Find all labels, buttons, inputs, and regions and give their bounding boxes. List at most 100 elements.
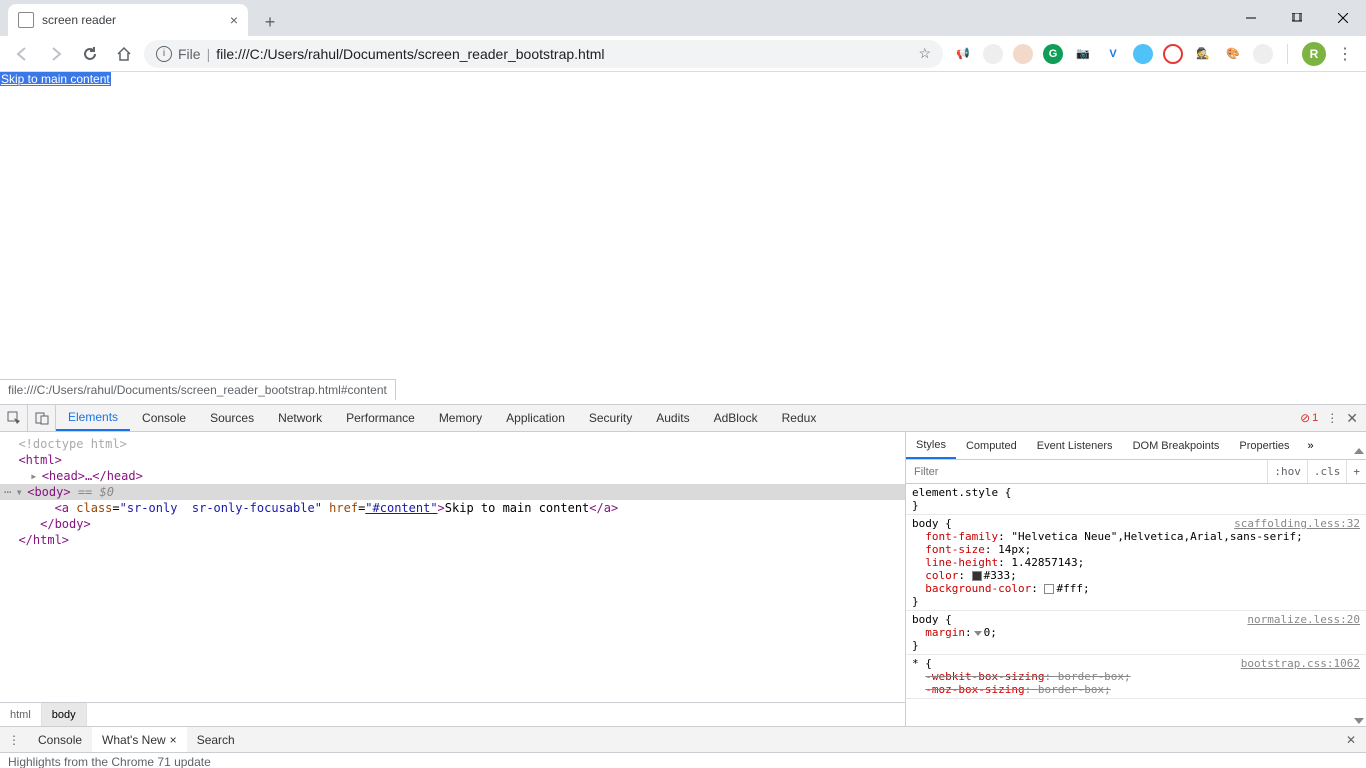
window-controls <box>1228 0 1366 36</box>
drawer-tab-search[interactable]: Search <box>187 727 245 752</box>
maximize-button[interactable] <box>1274 0 1320 36</box>
styles-tab-dombreakpoints[interactable]: DOM Breakpoints <box>1123 432 1230 459</box>
tab-network[interactable]: Network <box>266 405 334 431</box>
page-viewport: Skip to main content <box>0 72 1366 382</box>
url-divider: | <box>207 46 211 62</box>
device-toggle-icon[interactable] <box>28 405 56 431</box>
styles-tab-styles[interactable]: Styles <box>906 432 956 459</box>
ext-icon-2[interactable] <box>983 44 1003 64</box>
rule-element-style[interactable]: element.style {} <box>906 484 1366 515</box>
hov-toggle[interactable]: :hov <box>1267 460 1307 483</box>
status-bar-url: file:///C:/Users/rahul/Documents/screen_… <box>0 379 396 400</box>
url-text: file:///C:/Users/rahul/Documents/screen_… <box>216 46 604 62</box>
forward-button[interactable] <box>42 40 70 68</box>
devtools-close-icon[interactable]: ✕ <box>1346 410 1358 427</box>
error-count-badge[interactable]: 1 <box>1300 411 1318 425</box>
tab-security[interactable]: Security <box>577 405 644 431</box>
drawer-tab-whatsnew[interactable]: What's New × <box>92 727 187 752</box>
dom-anchor-line[interactable]: <a class="sr-only sr-only-focusable" hre… <box>0 500 905 516</box>
file-icon <box>18 12 34 28</box>
tab-memory[interactable]: Memory <box>427 405 494 431</box>
tab-console[interactable]: Console <box>130 405 198 431</box>
url-scheme: File <box>178 46 201 62</box>
ext-icon-5[interactable]: 📷 <box>1073 44 1093 64</box>
styles-tabs: Styles Computed Event Listeners DOM Brea… <box>906 432 1366 460</box>
drawer-close-icon[interactable]: ✕ <box>1336 727 1366 752</box>
ext-icon-6[interactable]: V <box>1103 44 1123 64</box>
rule-source-link[interactable]: bootstrap.css:1062 <box>1241 657 1360 670</box>
drawer-tabs: ⋮ Console What's New × Search ✕ <box>0 727 1366 753</box>
styles-filter-row: :hov .cls + <box>906 460 1366 484</box>
inspect-element-icon[interactable] <box>0 405 28 431</box>
rule-body-normalize[interactable]: normalize.less:20 body { margin:0; } <box>906 611 1366 655</box>
dom-breadcrumb: html body <box>0 702 905 726</box>
scroll-up-icon[interactable] <box>1354 448 1364 454</box>
ext-icon-11[interactable] <box>1253 44 1273 64</box>
scroll-down-icon[interactable] <box>1354 718 1364 724</box>
tab-elements[interactable]: Elements <box>56 405 130 431</box>
cls-toggle[interactable]: .cls <box>1307 460 1347 483</box>
ext-icon-10[interactable]: 🎨 <box>1223 44 1243 64</box>
dom-tree[interactable]: <!doctype html> <html> ▸<head>…</head> ⋯… <box>0 432 905 702</box>
skip-to-content-link[interactable]: Skip to main content <box>0 72 111 86</box>
chrome-menu-icon[interactable]: ⋮ <box>1336 44 1354 64</box>
dom-panel: <!doctype html> <html> ▸<head>…</head> ⋯… <box>0 432 906 726</box>
styles-rules[interactable]: element.style {} scaffolding.less:32 bod… <box>906 484 1366 726</box>
devtools-body: <!doctype html> <html> ▸<head>…</head> ⋯… <box>0 432 1366 726</box>
close-window-button[interactable] <box>1320 0 1366 36</box>
styles-panel: Styles Computed Event Listeners DOM Brea… <box>906 432 1366 726</box>
dom-head[interactable]: <head>…</head> <box>42 469 143 483</box>
styles-tabs-more-icon[interactable]: » <box>1300 432 1322 459</box>
dom-body-line[interactable]: ⋯▾<body> == $0 <box>0 484 905 500</box>
rule-source-link[interactable]: scaffolding.less:32 <box>1234 517 1360 530</box>
new-tab-button[interactable]: + <box>256 8 284 36</box>
back-button[interactable] <box>8 40 36 68</box>
tab-sources[interactable]: Sources <box>198 405 266 431</box>
ext-icon-7[interactable] <box>1133 44 1153 64</box>
rule-star-bootstrap[interactable]: bootstrap.css:1062 * { -webkit-box-sizin… <box>906 655 1366 699</box>
ext-icon-3[interactable] <box>1013 44 1033 64</box>
tab-redux[interactable]: Redux <box>770 405 829 431</box>
tab-performance[interactable]: Performance <box>334 405 427 431</box>
site-info-icon[interactable]: i <box>156 46 172 62</box>
styles-tab-eventlisteners[interactable]: Event Listeners <box>1027 432 1123 459</box>
browser-tab[interactable]: screen reader × <box>8 4 248 36</box>
breadcrumb-body[interactable]: body <box>42 703 87 726</box>
bookmark-star-icon[interactable]: ☆ <box>918 45 931 62</box>
home-button[interactable] <box>110 40 138 68</box>
address-bar[interactable]: i File | file:///C:/Users/rahul/Document… <box>144 40 943 68</box>
expand-shorthand-icon[interactable] <box>974 631 982 636</box>
devtools: Elements Console Sources Network Perform… <box>0 404 1366 768</box>
rule-body-scaffolding[interactable]: scaffolding.less:32 body { font-family: … <box>906 515 1366 611</box>
styles-tab-computed[interactable]: Computed <box>956 432 1027 459</box>
profile-avatar[interactable]: R <box>1302 42 1326 66</box>
dom-body-close: </body> <box>40 517 91 531</box>
ext-icon-4[interactable]: G <box>1043 44 1063 64</box>
tab-audits[interactable]: Audits <box>644 405 701 431</box>
devtools-menu-icon[interactable]: ⋮ <box>1326 411 1338 425</box>
color-swatch-icon[interactable] <box>972 571 982 581</box>
tab-application[interactable]: Application <box>494 405 577 431</box>
skip-link-text: Skip to main content <box>0 72 111 86</box>
tab-close-icon[interactable]: × <box>230 12 238 28</box>
ext-icon-9[interactable]: 🕵️ <box>1193 44 1213 64</box>
styles-tab-properties[interactable]: Properties <box>1229 432 1299 459</box>
browser-toolbar: i File | file:///C:/Users/rahul/Document… <box>0 36 1366 72</box>
drawer-menu-icon[interactable]: ⋮ <box>0 727 28 752</box>
tab-strip: screen reader × + <box>0 0 1366 36</box>
tab-adblock[interactable]: AdBlock <box>702 405 770 431</box>
reload-button[interactable] <box>76 40 104 68</box>
close-icon[interactable]: × <box>170 733 177 747</box>
color-swatch-icon[interactable] <box>1044 584 1054 594</box>
minimize-button[interactable] <box>1228 0 1274 36</box>
devtools-tabs: Elements Console Sources Network Perform… <box>0 405 1366 432</box>
breadcrumb-html[interactable]: html <box>0 703 42 726</box>
rule-source-link[interactable]: normalize.less:20 <box>1247 613 1360 626</box>
drawer-tab-console[interactable]: Console <box>28 727 92 752</box>
styles-filter-input[interactable] <box>906 466 1267 478</box>
dom-html-close: </html> <box>18 533 69 547</box>
tab-title: screen reader <box>42 13 116 27</box>
drawer-content: Highlights from the Chrome 71 update <box>0 753 1366 768</box>
ext-icon-1[interactable]: 📢 <box>953 44 973 64</box>
ext-icon-8[interactable] <box>1163 44 1183 64</box>
